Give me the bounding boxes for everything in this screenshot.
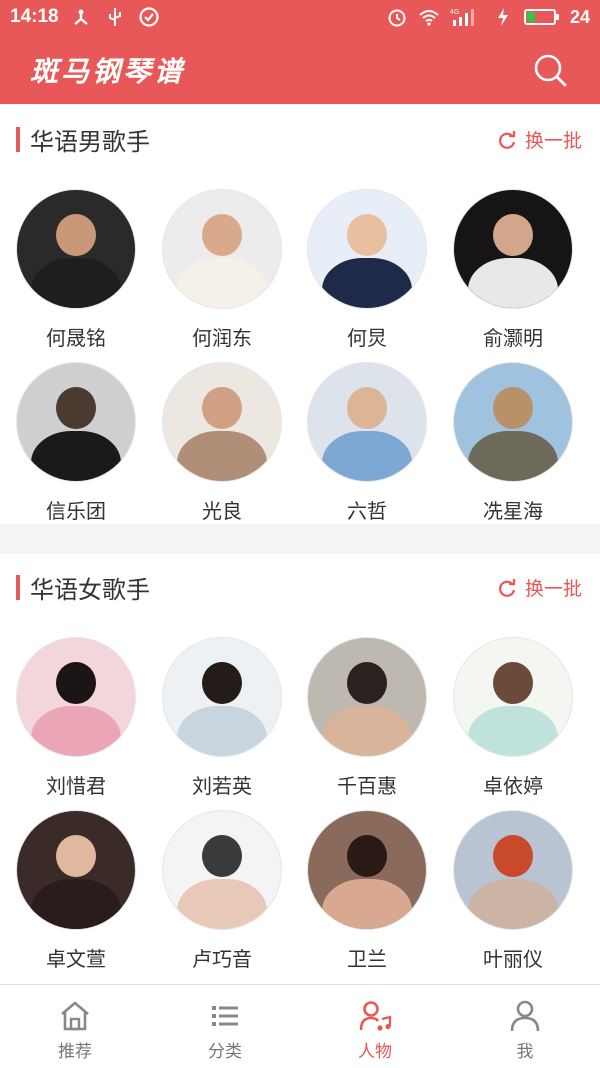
search-icon[interactable] (532, 52, 568, 88)
singer-name: 何炅 (347, 326, 387, 350)
singer-item[interactable]: 俞灏明 (440, 190, 586, 351)
section-header-female: 华语女歌手 换一批 (0, 556, 600, 616)
tab-label: 我 (516, 1042, 534, 1062)
home-icon (61, 1001, 89, 1031)
svg-text:4G: 4G (450, 9, 459, 16)
app-title: 斑马钢琴谱 (30, 55, 186, 88)
refresh-label: 换一批 (524, 130, 582, 152)
singer-item[interactable]: 刘若英 (149, 638, 295, 799)
singer-item[interactable]: 何晟铭 (3, 190, 149, 351)
singer-item[interactable]: 叶丽仪 (440, 811, 586, 972)
singer-avatar (454, 363, 572, 481)
singer-avatar (454, 190, 572, 308)
singer-avatar (308, 638, 426, 756)
section-accent-bar (16, 575, 20, 600)
singer-name: 六哲 (347, 499, 387, 523)
check-circle-icon (139, 7, 159, 27)
alarm-icon (388, 9, 406, 27)
singer-item[interactable]: 何润东 (149, 190, 295, 351)
singer-item[interactable]: 光良 (149, 363, 295, 524)
status-left-icons (70, 6, 160, 28)
singer-name: 卓依婷 (483, 774, 543, 798)
section-divider (0, 524, 600, 554)
status-time: 14:18 (10, 6, 59, 27)
singer-item[interactable]: 千百惠 (294, 638, 440, 799)
singer-item[interactable]: 卓依婷 (440, 638, 586, 799)
singer-item[interactable]: 卓文萱 (3, 811, 149, 972)
tab-recommend[interactable]: 推荐 (0, 985, 150, 1068)
singer-avatar (163, 190, 281, 308)
singer-name: 千百惠 (337, 774, 397, 798)
profile-icon (510, 1000, 540, 1032)
tab-category[interactable]: 分类 (150, 985, 300, 1068)
singer-name: 卓文萱 (46, 947, 106, 971)
singer-avatar (308, 190, 426, 308)
singer-name: 叶丽仪 (483, 947, 543, 971)
tab-me[interactable]: 我 (450, 985, 600, 1068)
section-title: 华语男歌手 (30, 128, 150, 156)
refresh-button[interactable]: 换一批 (497, 574, 582, 601)
refresh-icon (499, 578, 516, 597)
tab-label: 推荐 (58, 1042, 92, 1062)
singer-item[interactable]: 何炅 (294, 190, 440, 351)
singer-name: 何晟铭 (46, 326, 106, 350)
singer-name: 卢巧音 (192, 947, 252, 971)
usb-icon (109, 8, 121, 26)
singer-content: 华语男歌手 换一批 何晟铭 何润东 何炅 俞灏明 信乐团 光良 六哲 冼星海 华… (0, 104, 600, 984)
status-bar: 14:18 4G 24 (0, 0, 600, 36)
share-icon (74, 9, 88, 25)
singer-avatar (308, 811, 426, 929)
singer-name: 卫兰 (347, 947, 387, 971)
singer-avatar (17, 190, 135, 308)
charging-icon (497, 8, 508, 26)
singer-avatar (163, 811, 281, 929)
status-right-icons: 4G 24 (386, 6, 590, 28)
singer-name: 何润东 (192, 326, 252, 350)
singer-item[interactable]: 信乐团 (3, 363, 149, 524)
singer-name: 刘惜君 (46, 774, 106, 798)
singer-name: 光良 (202, 499, 242, 523)
bottom-tab-bar: 推荐 分类 人物 我 (0, 984, 600, 1068)
signal-icon: 4G (450, 9, 474, 26)
battery-percent: 24 (569, 6, 590, 27)
singer-avatar (454, 811, 572, 929)
singer-avatar (454, 638, 572, 756)
app-bar: 斑马钢琴谱 (0, 36, 600, 104)
battery-icon (523, 9, 559, 25)
section-accent-bar (16, 127, 20, 152)
refresh-button[interactable]: 换一批 (497, 126, 582, 153)
singer-avatar (17, 638, 135, 756)
refresh-label: 换一批 (524, 578, 582, 600)
singer-name: 俞灏明 (483, 326, 543, 350)
person-music-icon (359, 1001, 392, 1031)
singer-item[interactable]: 刘惜君 (3, 638, 149, 799)
singer-avatar (17, 811, 135, 929)
singer-name: 信乐团 (46, 499, 106, 523)
section-header-male: 华语男歌手 换一批 (0, 108, 600, 168)
refresh-icon (499, 130, 516, 149)
singer-avatar (163, 638, 281, 756)
singer-item[interactable]: 冼星海 (440, 363, 586, 524)
singer-item[interactable]: 卫兰 (294, 811, 440, 972)
list-icon (212, 1006, 238, 1026)
singer-item[interactable]: 六哲 (294, 363, 440, 524)
singer-name: 冼星海 (483, 499, 543, 523)
tab-label: 分类 (208, 1042, 242, 1062)
singer-avatar (17, 363, 135, 481)
tab-people[interactable]: 人物 (300, 985, 450, 1068)
singer-name: 刘若英 (192, 774, 252, 798)
singer-avatar (163, 363, 281, 481)
singer-item[interactable]: 卢巧音 (149, 811, 295, 972)
wifi-icon (419, 10, 439, 26)
section-title: 华语女歌手 (30, 576, 150, 604)
tab-label: 人物 (358, 1042, 392, 1062)
singer-avatar (308, 363, 426, 481)
